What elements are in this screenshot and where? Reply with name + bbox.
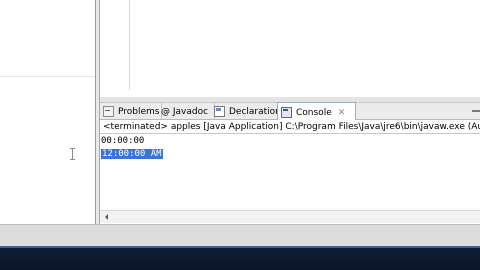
editor-ruler: [129, 0, 130, 90]
console-output[interactable]: 00:00:00 12:00:00 AM: [100, 134, 480, 210]
tab-javadoc[interactable]: @ Javadoc: [158, 103, 215, 120]
tab-console[interactable]: Console ✕: [277, 102, 356, 122]
outline-divider: [0, 76, 95, 77]
console-line: 00:00:00: [101, 136, 145, 146]
problems-icon: [103, 106, 114, 117]
taskbar-highlight: [0, 246, 480, 248]
close-icon[interactable]: ✕: [338, 108, 346, 118]
view-tab-bar: Problems @ Javadoc Declaration Console ✕: [100, 102, 480, 122]
text-cursor-icon: [70, 148, 75, 160]
console-status-line: <terminated> apples [Java Application] C…: [100, 120, 480, 134]
scroll-left-icon[interactable]: [105, 214, 108, 220]
tab-console-label: Console: [296, 107, 332, 118]
console-icon: [281, 107, 292, 118]
declaration-icon: [214, 106, 225, 117]
tab-problems-label: Problems: [118, 106, 160, 117]
tab-javadoc-label: @ Javadoc: [161, 106, 209, 117]
outline-panel[interactable]: [0, 0, 96, 224]
minimize-icon[interactable]: [472, 108, 480, 113]
horizontal-scrollbar[interactable]: [100, 210, 480, 223]
tab-problems[interactable]: Problems: [100, 103, 162, 120]
taskbar: [0, 246, 480, 270]
code-editor[interactable]: [101, 0, 480, 97]
tab-declaration-label: Declaration: [229, 106, 281, 117]
tab-declaration[interactable]: Declaration: [211, 103, 281, 120]
console-line-selected: 12:00:00 AM: [101, 149, 163, 159]
status-bar: [0, 224, 480, 246]
